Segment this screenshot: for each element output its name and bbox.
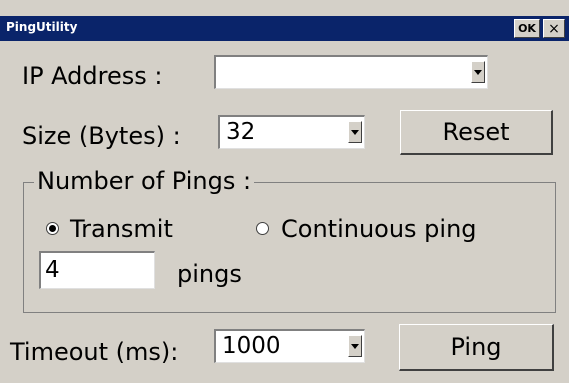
chevron-down-icon [351, 343, 359, 349]
ip-address-dropdown-button[interactable] [471, 61, 485, 83]
transmit-radio[interactable] [46, 222, 59, 235]
ping-count-value: 4 [45, 257, 60, 283]
pings-suffix-label: pings [177, 260, 242, 288]
continuous-ping-label[interactable]: Continuous ping [281, 217, 477, 241]
window-title: PingUtility [6, 20, 78, 34]
close-icon: × [548, 20, 560, 37]
chevron-down-icon [351, 129, 359, 135]
ping-button[interactable]: Ping [399, 324, 554, 371]
pings-groupbox [23, 182, 556, 313]
ok-button[interactable]: OK [514, 19, 540, 38]
chevron-down-icon [474, 69, 482, 75]
timeout-value: 1000 [222, 333, 281, 359]
title-bar: PingUtility OK × [0, 16, 569, 41]
ip-address-label: IP Address : [22, 62, 163, 90]
timeout-combo[interactable]: 1000 [214, 329, 365, 363]
pings-group-label: Number of Pings : [34, 169, 255, 193]
size-label: Size (Bytes) : [22, 122, 181, 150]
ping-count-input[interactable]: 4 [39, 251, 155, 289]
size-combo[interactable]: 32 [218, 115, 365, 149]
size-dropdown-button[interactable] [348, 121, 362, 143]
continuous-ping-radio[interactable] [256, 222, 269, 235]
ping-utility-window: PingUtility OK × IP Address : Size (Byte… [0, 0, 569, 383]
reset-button[interactable]: Reset [400, 110, 553, 155]
ip-address-combo[interactable] [214, 55, 488, 89]
timeout-dropdown-button[interactable] [348, 335, 362, 357]
size-value: 32 [226, 119, 256, 145]
radio-selected-dot [49, 225, 56, 232]
transmit-label[interactable]: Transmit [70, 217, 173, 241]
close-button[interactable]: × [543, 19, 565, 38]
timeout-label: Timeout (ms): [10, 338, 179, 366]
